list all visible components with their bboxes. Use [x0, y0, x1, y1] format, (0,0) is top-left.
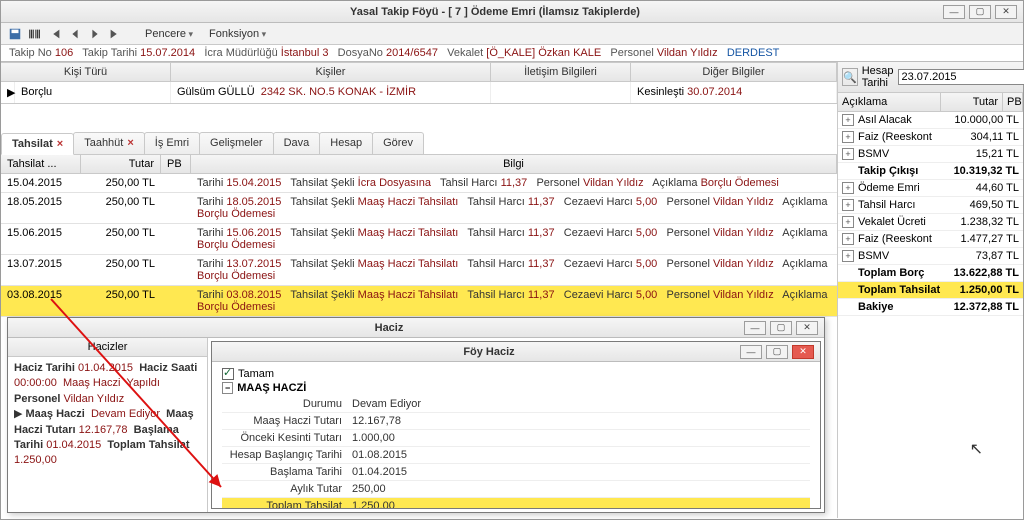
close-button[interactable]: ✕: [796, 321, 818, 335]
barcode-icon[interactable]: [27, 26, 43, 42]
tahsilat-row[interactable]: 18.05.2015 250,00 TL Tarihi 18.05.2015 T…: [1, 193, 837, 224]
tab-hesap[interactable]: Hesap: [319, 132, 373, 154]
hesap-row: +Vekalet Ücreti1.238,32 TL: [838, 214, 1023, 231]
close-icon[interactable]: ×: [57, 138, 63, 150]
tab-dava[interactable]: Dava: [273, 132, 321, 154]
maximize-button[interactable]: ▢: [969, 5, 991, 19]
tab-gelismeler[interactable]: Gelişmeler: [199, 132, 274, 154]
hesap-row: Toplam Borç13.622,88 TL: [838, 265, 1023, 282]
close-icon[interactable]: ×: [127, 137, 133, 149]
maximize-button[interactable]: ▢: [770, 321, 792, 335]
prev-icon[interactable]: [67, 26, 83, 42]
foy-title: Föy Haciz: [238, 346, 740, 358]
expand-icon[interactable]: +: [842, 250, 854, 262]
menu-pencere[interactable]: Pencere: [139, 28, 199, 40]
foy-row: Hesap Başlangıç Tarihi01.08.2015: [222, 447, 810, 464]
haciz-window: Haciz — ▢ ✕ Hacizler Haciz Tarihi 01.04.…: [7, 317, 825, 513]
expand-icon[interactable]: +: [842, 148, 854, 160]
tamam-checkbox[interactable]: Tamam: [222, 368, 810, 380]
foy-row: Maaş Haczi Tutarı12.167,78: [222, 413, 810, 430]
close-button[interactable]: ✕: [792, 345, 814, 359]
tabs: Tahsilat× Taahhüt× İş Emri Gelişmeler Da…: [1, 132, 837, 155]
tab-gorev[interactable]: Görev: [372, 132, 424, 154]
tahsilat-row[interactable]: 03.08.2015 250,00 TL Tarihi 03.08.2015 T…: [1, 286, 837, 317]
foy-row: Önceki Kesinti Tutarı1.000,00: [222, 430, 810, 447]
hesap-row: +Tahsil Harcı469,50 TL: [838, 197, 1023, 214]
expand-icon[interactable]: +: [842, 233, 854, 245]
tahsilat-row[interactable]: 15.04.2015 250,00 TL Tarihi 15.04.2015 T…: [1, 174, 837, 193]
tab-taahhut[interactable]: Taahhüt×: [73, 132, 145, 154]
hesap-tarihi-input[interactable]: [898, 69, 1024, 85]
foy-row: DurumuDevam Ediyor: [222, 396, 810, 413]
main-titlebar: Yasal Takip Föyü - [ 7 ] Ödeme Emri (İla…: [1, 1, 1023, 23]
foy-row: Toplam Tahsilat1.250,00: [222, 498, 810, 508]
last-icon[interactable]: [107, 26, 123, 42]
first-icon[interactable]: [47, 26, 63, 42]
foy-row: Başlama Tarihi01.04.2015: [222, 464, 810, 481]
hesap-panel: 🔍 Hesap Tarihi ▾ Açıklama Tutar PB +Asıl…: [837, 62, 1023, 518]
search-icon[interactable]: 🔍: [842, 68, 858, 86]
info-line: Takip No 106 Takip Tarihi 15.07.2014 İcr…: [1, 45, 1023, 62]
expand-icon[interactable]: +: [842, 131, 854, 143]
expand-icon[interactable]: +: [842, 114, 854, 126]
party-header: Kişi Türü Kişiler İletişim Bilgileri Diğ…: [1, 62, 837, 82]
maas-haczi-header: MAAŞ HACZİ: [237, 382, 306, 394]
hesap-row: Toplam Tahsilat1.250,00 TL: [838, 282, 1023, 299]
foy-haciz-window: Föy Haciz — ▢ ✕ Tamam −MAAŞ HACZİ Durumu…: [211, 341, 821, 509]
haciz-detail: Haciz Tarihi 01.04.2015 Haciz Saati 00:0…: [8, 357, 207, 473]
hesap-row: +Asıl Alacak10.000,00 TL: [838, 112, 1023, 129]
status-link[interactable]: DERDEST: [727, 47, 780, 59]
tab-isemri[interactable]: İş Emri: [144, 132, 200, 154]
tab-tahsilat[interactable]: Tahsilat×: [1, 133, 74, 155]
hesap-row: +Faiz (Reeskont1.477,27 TL: [838, 231, 1023, 248]
minimize-button[interactable]: —: [740, 345, 762, 359]
maximize-button[interactable]: ▢: [766, 345, 788, 359]
hesap-row: +BSMV73,87 TL: [838, 248, 1023, 265]
expand-icon[interactable]: +: [842, 216, 854, 228]
hesap-row: Takip Çıkışı10.319,32 TL: [838, 163, 1023, 180]
hesap-row: Bakiye12.372,88 TL: [838, 299, 1023, 316]
minimize-button[interactable]: —: [943, 5, 965, 19]
hacizler-header: Hacizler: [8, 338, 207, 357]
close-button[interactable]: ✕: [995, 5, 1017, 19]
hesap-row: +BSMV15,21 TL: [838, 146, 1023, 163]
haciz-title: Haciz: [34, 322, 744, 334]
minimize-button[interactable]: —: [744, 321, 766, 335]
window-title: Yasal Takip Föyü - [ 7 ] Ödeme Emri (İla…: [47, 6, 943, 18]
tahsilat-header: Tahsilat ... Tutar PB Bilgi: [1, 155, 837, 174]
tahsilat-row[interactable]: 13.07.2015 250,00 TL Tarihi 13.07.2015 T…: [1, 255, 837, 286]
hesap-tarihi-label: Hesap Tarihi: [862, 65, 894, 89]
cursor-icon: ↖: [970, 439, 983, 459]
party-row[interactable]: ▶ Borçlu Gülsüm GÜLLÜ 2342 SK. NO.5 KONA…: [1, 82, 837, 104]
hesap-row: +Ödeme Emri44,60 TL: [838, 180, 1023, 197]
menubar: Pencere Fonksiyon: [1, 23, 1023, 45]
foy-row: Aylık Tutar250,00: [222, 481, 810, 498]
expand-icon[interactable]: +: [842, 199, 854, 211]
save-icon[interactable]: [7, 26, 23, 42]
menu-fonksiyon[interactable]: Fonksiyon: [203, 28, 272, 40]
hesap-row: +Faiz (Reeskont304,11 TL: [838, 129, 1023, 146]
tahsilat-row[interactable]: 15.06.2015 250,00 TL Tarihi 15.06.2015 T…: [1, 224, 837, 255]
next-icon[interactable]: [87, 26, 103, 42]
expand-icon[interactable]: +: [842, 182, 854, 194]
